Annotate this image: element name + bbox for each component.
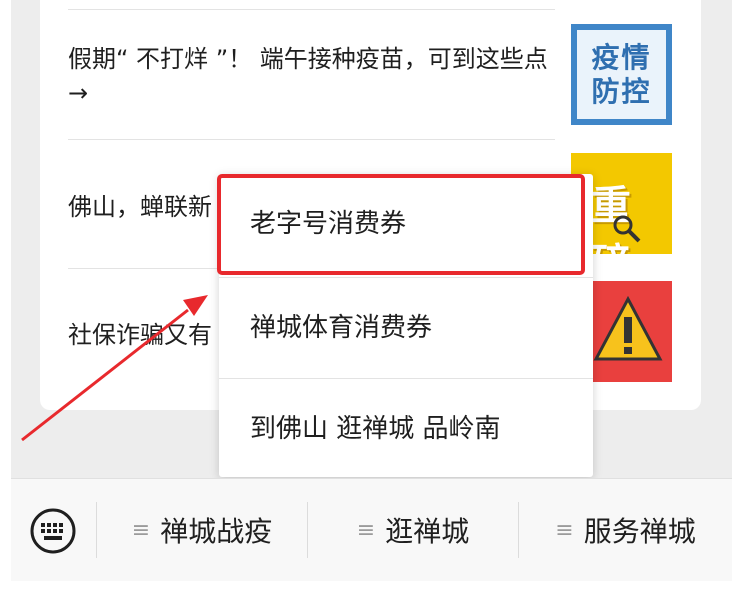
menu-button-service[interactable]: ≡ 服务禅城 [519, 479, 732, 581]
news-title-1[interactable]: 假期“ 不打烊 ”！ 端午接种疫苗，可到这些点 → [68, 42, 548, 110]
submenu-item-sports-voucher[interactable]: 禅城体育消费券 [219, 278, 593, 378]
menu-button-label: 逛禅城 [385, 515, 470, 548]
menu-lines-icon: ≡ [131, 517, 151, 543]
highlight-box [217, 174, 585, 275]
menu-button-fight-epidemic[interactable]: ≡ 禅城战疫 [97, 479, 307, 581]
warning-icon [593, 295, 663, 361]
menu-button-visit-chancheng[interactable]: ≡ 逛禅城 [308, 479, 518, 581]
thumb-line-2: 防控 [591, 74, 652, 108]
divider [68, 9, 555, 10]
divider [68, 139, 555, 140]
menu-button-label: 服务禅城 [583, 515, 696, 548]
bottom-menu-bar: ≡ 禅城战疫 ≡ 逛禅城 ≡ 服务禅城 [11, 478, 732, 581]
menu-lines-icon: ≡ [356, 517, 376, 543]
epidemic-control-logo: 疫情 防控 [577, 30, 666, 119]
thumb-line-1: 疫情 [591, 40, 652, 74]
submenu-item-visit-chancheng[interactable]: 到佛山 逛禅城 品岭南 [219, 379, 593, 479]
menu-lines-icon: ≡ [555, 517, 574, 543]
news-thumbnail-1[interactable]: 疫情 防控 [571, 24, 672, 125]
menu-button-label: 禅城战疫 [160, 515, 273, 548]
magnifier-icon [613, 215, 641, 243]
keyboard-icon[interactable] [29, 507, 77, 555]
